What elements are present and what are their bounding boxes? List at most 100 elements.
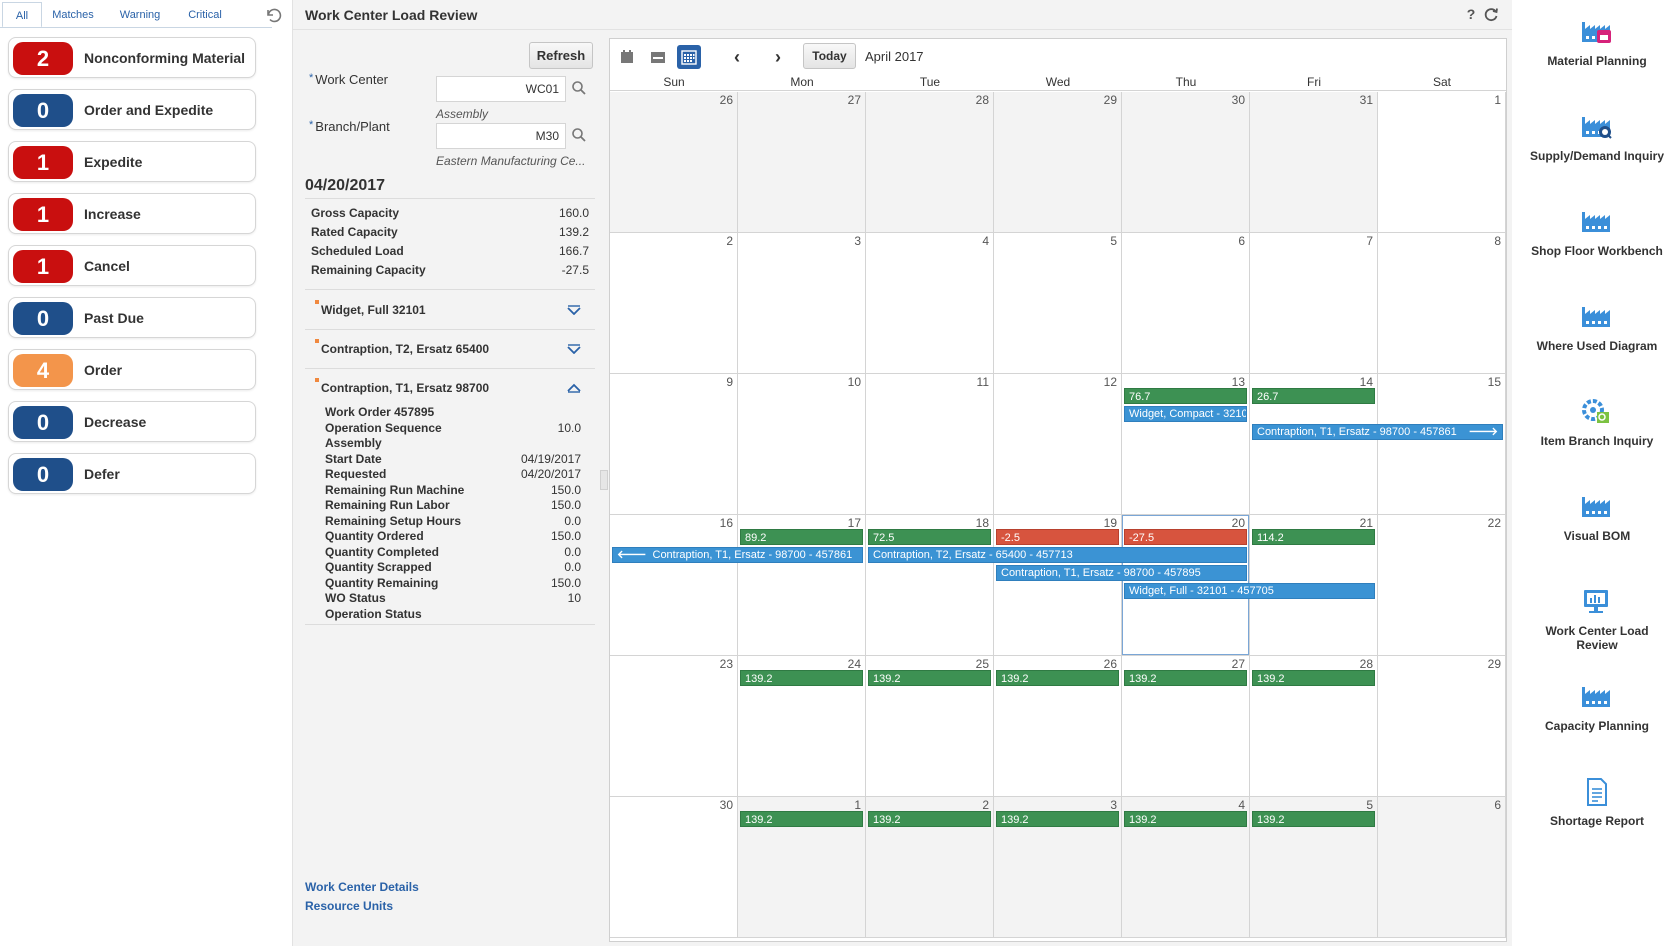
capacity-bar[interactable]: 139.2 — [996, 811, 1119, 827]
alert-card[interactable]: 0 Defer — [8, 453, 256, 494]
capacity-bar[interactable]: 76.7 — [1124, 388, 1247, 404]
launch-tile[interactable]: Shop Floor Workbench — [1516, 198, 1678, 288]
calendar-day[interactable]: 8 — [1378, 233, 1506, 373]
branch-plant-search-icon[interactable] — [571, 127, 587, 143]
calendar-day[interactable]: 27 — [738, 92, 866, 232]
work-order-event[interactable]: 🡐 Contraption, T1, Ersatz - 98700 - 45786… — [612, 547, 863, 563]
calendar-day[interactable]: 12 — [994, 374, 1122, 514]
capacity-bar[interactable]: 139.2 — [740, 811, 863, 827]
month-view-icon[interactable] — [677, 45, 701, 69]
help-icon[interactable]: ? — [1463, 6, 1479, 22]
resource-units-link[interactable]: Resource Units — [305, 899, 393, 913]
calendar-day[interactable]: 28 — [866, 92, 994, 232]
capacity-bar[interactable]: 72.5 — [868, 529, 991, 545]
tab-critical[interactable]: Critical — [180, 2, 230, 28]
prev-month-icon[interactable]: ‹ — [727, 47, 747, 67]
day-number: 26 — [719, 93, 733, 107]
capacity-bar[interactable]: 139.2 — [740, 670, 863, 686]
alert-card[interactable]: 0 Decrease — [8, 401, 256, 442]
calendar-day[interactable]: 6 — [1122, 233, 1250, 373]
tab-all[interactable]: All — [2, 2, 42, 28]
launch-tile[interactable]: Item Branch Inquiry — [1516, 388, 1678, 478]
alert-card[interactable]: 1 Expedite — [8, 141, 256, 182]
expand-icon[interactable] — [567, 305, 581, 315]
refresh-icon[interactable] — [1483, 6, 1499, 22]
panel-splitter[interactable] — [600, 470, 608, 490]
capacity-row: Scheduled Load 166.7 — [311, 244, 595, 258]
weekday-label: Thu — [1175, 75, 1197, 89]
capacity-bar[interactable]: 89.2 — [740, 529, 863, 545]
capacity-bar[interactable]: 139.2 — [996, 670, 1119, 686]
capacity-bar[interactable]: -2.5 — [996, 529, 1119, 545]
branch-plant-input[interactable]: M30 — [436, 123, 566, 149]
launch-tile[interactable]: Where Used Diagram — [1516, 293, 1678, 383]
work-order-event[interactable]: Contraption, T2, Ersatz - 65400 - 457713 — [868, 547, 1247, 563]
alert-count-badge: 1 — [13, 198, 73, 231]
work-order-header[interactable]: Contraption, T2, Ersatz 65400 — [305, 330, 595, 368]
launch-tile[interactable]: Capacity Planning — [1516, 673, 1678, 763]
launch-tile[interactable]: Material Planning — [1516, 8, 1678, 98]
calendar-day[interactable]: 4 — [866, 233, 994, 373]
work-order-header[interactable]: Widget, Full 32101 — [305, 291, 595, 329]
next-month-icon[interactable]: › — [768, 47, 788, 67]
calendar-day[interactable]: 29 — [1378, 656, 1506, 796]
calendar-day[interactable]: 6 — [1378, 797, 1506, 937]
launch-tile[interactable]: Supply/Demand Inquiry — [1516, 103, 1678, 193]
launch-label: Item Branch Inquiry — [1540, 434, 1654, 448]
capacity-bar[interactable]: 139.2 — [868, 811, 991, 827]
calendar-day[interactable]: 23 — [610, 656, 738, 796]
alert-card[interactable]: 0 Past Due — [8, 297, 256, 338]
page-title: Work Center Load Review — [305, 7, 478, 23]
day-view-icon[interactable] — [615, 45, 639, 69]
alert-card[interactable]: 1 Cancel — [8, 245, 256, 286]
alert-card[interactable]: 1 Increase — [8, 193, 256, 234]
day-number: 30 — [719, 798, 733, 812]
calendar-day[interactable]: 5 — [994, 233, 1122, 373]
capacity-bar[interactable]: -27.5 — [1124, 529, 1247, 545]
reset-icon[interactable] — [264, 6, 282, 24]
work-center-details-link[interactable]: Work Center Details — [305, 880, 419, 894]
calendar-day[interactable]: 30 — [1122, 92, 1250, 232]
alert-card[interactable]: 2 Nonconforming Material — [8, 37, 256, 78]
capacity-bar[interactable]: 26.7 — [1252, 388, 1375, 404]
week-view-icon[interactable] — [646, 45, 670, 69]
calendar-day[interactable]: 16 — [610, 515, 738, 655]
calendar-day[interactable]: 26 — [610, 92, 738, 232]
calendar-day[interactable]: 22 — [1378, 515, 1506, 655]
launch-tile[interactable]: Visual BOM — [1516, 483, 1678, 573]
work-order-event[interactable]: Contraption, T1, Ersatz - 98700 - 457895 — [996, 565, 1247, 581]
capacity-bar[interactable]: 114.2 — [1252, 529, 1375, 545]
expand-icon[interactable] — [567, 344, 581, 354]
tab-warning[interactable]: Warning — [112, 2, 168, 28]
alert-card[interactable]: 0 Order and Expedite — [8, 89, 256, 130]
tab-matches[interactable]: Matches — [46, 2, 100, 28]
capacity-bar[interactable]: 139.2 — [868, 670, 991, 686]
calendar-day[interactable]: 9 — [610, 374, 738, 514]
calendar-day[interactable]: 3 — [738, 233, 866, 373]
calendar-day[interactable]: 29 — [994, 92, 1122, 232]
calendar-day[interactable]: 7 — [1250, 233, 1378, 373]
alert-card[interactable]: 4 Order — [8, 349, 256, 390]
calendar-day[interactable]: 11 — [866, 374, 994, 514]
calendar-day[interactable]: 10 — [738, 374, 866, 514]
capacity-bar[interactable]: 139.2 — [1124, 670, 1247, 686]
work-order-event[interactable]: Widget, Full - 32101 - 457705 — [1124, 583, 1375, 599]
work-order-event[interactable]: Contraption, T1, Ersatz - 98700 - 457861… — [1252, 424, 1503, 440]
work-center-search-icon[interactable] — [571, 80, 587, 96]
calendar-day[interactable]: 31 — [1250, 92, 1378, 232]
work-order-header[interactable]: Contraption, T1, Ersatz 98700 — [305, 369, 595, 407]
capacity-bar[interactable]: 139.2 — [1124, 811, 1247, 827]
calendar-day[interactable]: 2 — [610, 233, 738, 373]
collapse-icon[interactable] — [567, 383, 581, 393]
calendar-day[interactable]: 15 — [1378, 374, 1506, 514]
capacity-bar[interactable]: 139.2 — [1252, 811, 1375, 827]
calendar-day[interactable]: 1 — [1378, 92, 1506, 232]
work-center-input[interactable]: WC01 — [436, 76, 566, 102]
refresh-button[interactable]: Refresh — [529, 42, 593, 69]
work-order-event[interactable]: Widget, Compact - 32100 - 457692 — [1124, 406, 1247, 422]
launch-tile[interactable]: Shortage Report — [1516, 768, 1678, 858]
capacity-bar[interactable]: 139.2 — [1252, 670, 1375, 686]
calendar-day[interactable]: 30 — [610, 797, 738, 937]
launch-tile[interactable]: Work Center Load Review — [1516, 578, 1678, 668]
today-button[interactable]: Today — [803, 43, 856, 69]
